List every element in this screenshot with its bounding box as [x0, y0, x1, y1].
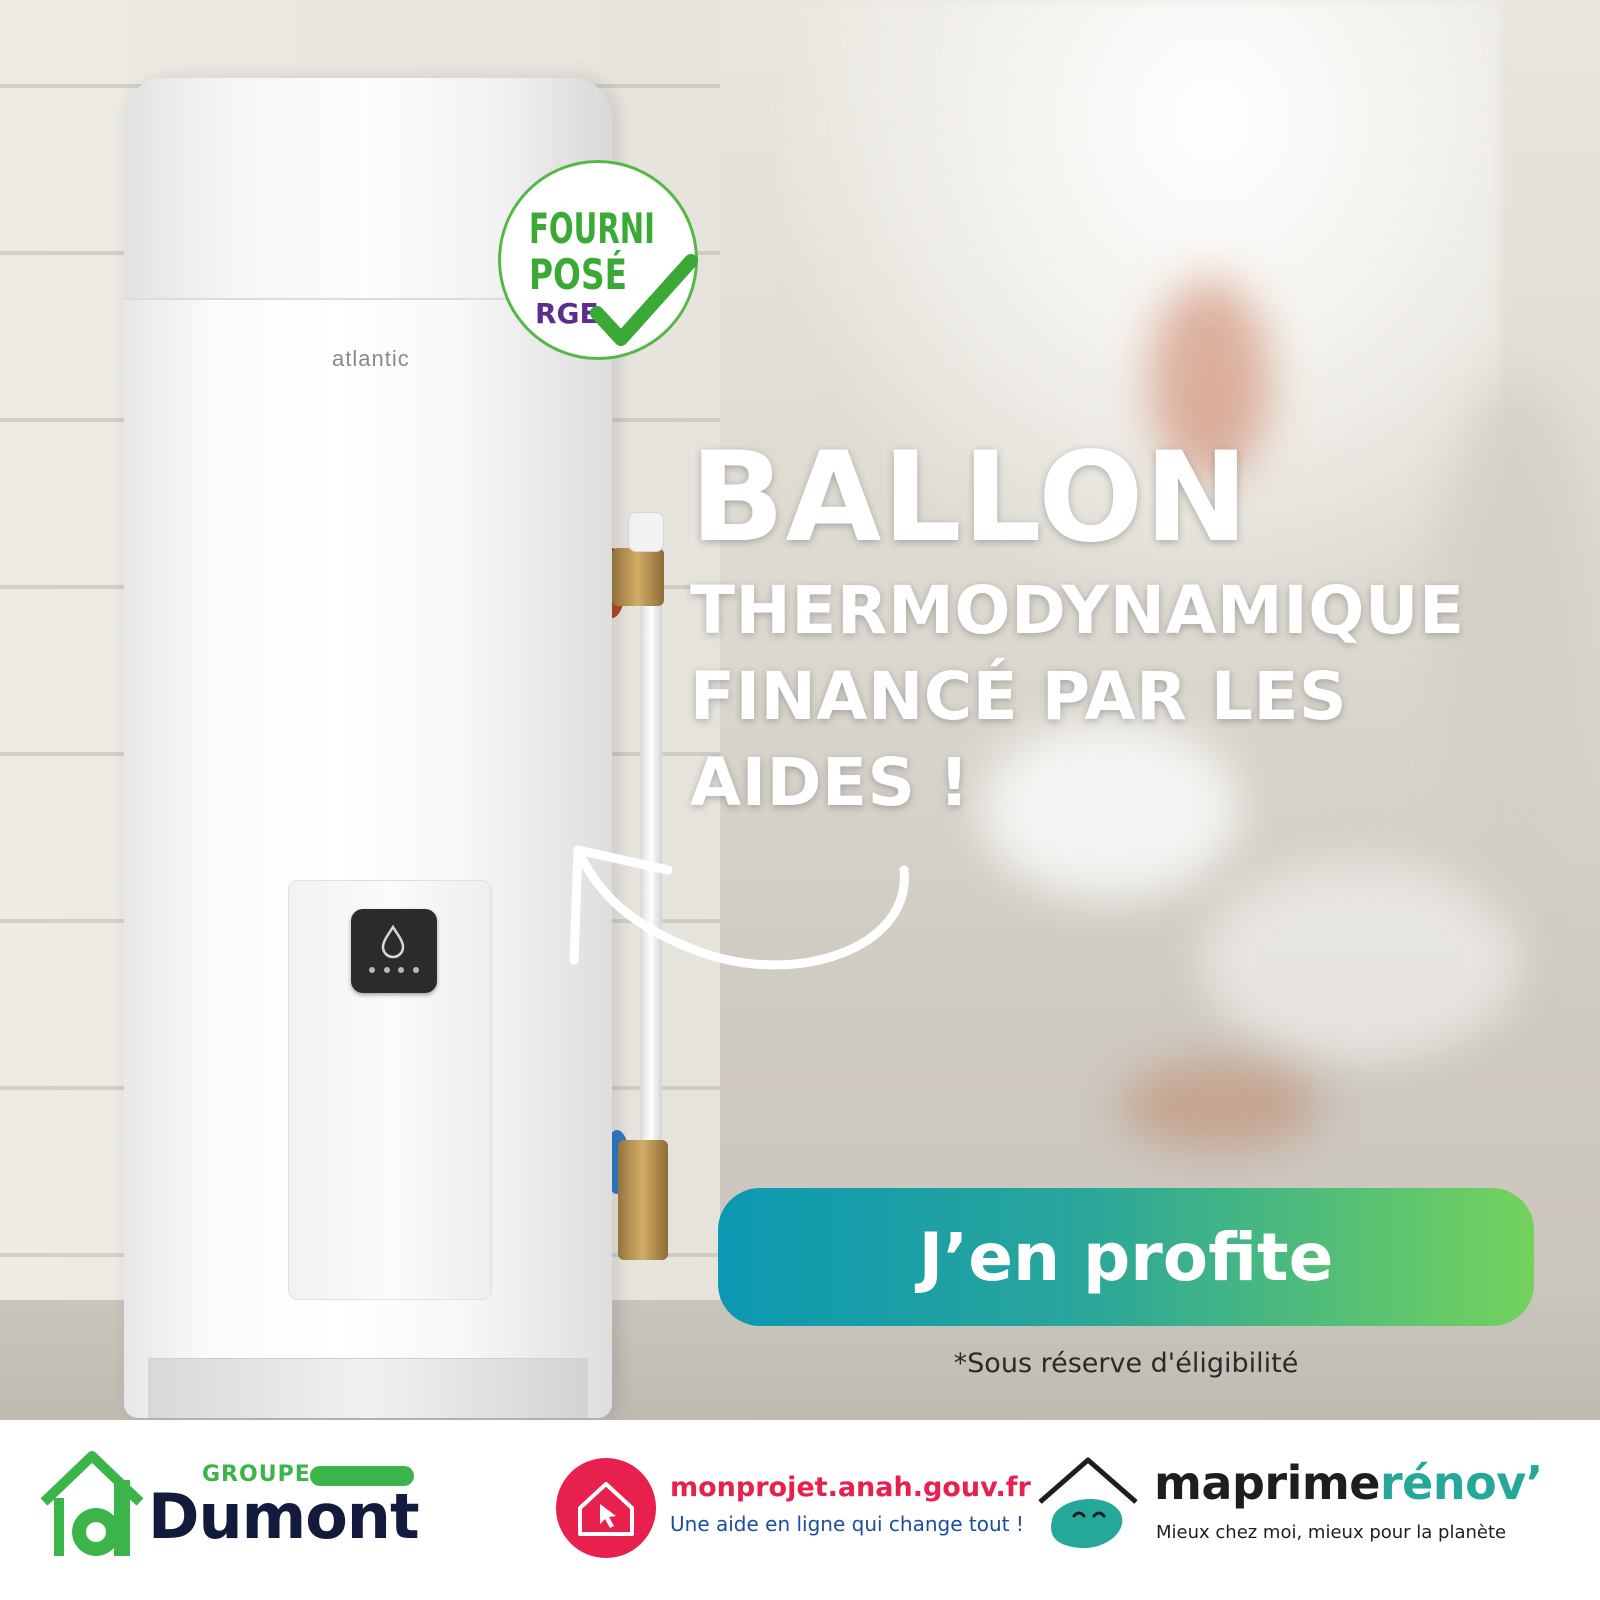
maprimerenov-house-icon [1038, 1457, 1138, 1549]
dumont-wordmark: Dumont [148, 1480, 420, 1553]
valve-handle [628, 512, 664, 552]
headline: BALLON THERMODYNAMIQUE FINANCÉ PAR LES A… [690, 428, 1570, 826]
groupe-dumont-logo: GROUPE Dumont [40, 1450, 460, 1560]
control-dots [369, 967, 419, 975]
badge-line2: POSÉ [529, 249, 627, 299]
anah-logo: monprojet.anah.gouv.fr Une aide en ligne… [556, 1458, 1031, 1558]
headline-line-2: THERMODYNAMIQUE [690, 572, 1465, 649]
eligibility-disclaimer: *Sous réserve d'éligibilité [953, 1348, 1299, 1379]
valve [612, 548, 664, 606]
hero-photo: atlantic FOURNI POSÉ RGE BALLON THERMODY… [0, 0, 1600, 1420]
house-d-icon [40, 1451, 144, 1556]
anah-house-icon [556, 1458, 656, 1558]
background-blur [1200, 860, 1520, 1060]
headline-line-4: AIDES ! [690, 744, 970, 821]
jen-profite-button[interactable]: J’en profite [718, 1188, 1534, 1326]
maprimerenov-wordmark: maprimerénov’ [1154, 1456, 1543, 1510]
badge-line3: RGE [535, 297, 599, 330]
maprimerenov-logo: maprimerénov’ Mieux chez moi, mieux pour… [1036, 1450, 1556, 1570]
water-drop-icon [381, 925, 405, 959]
maprime-text: maprime [1154, 1456, 1380, 1510]
anah-tagline: Une aide en ligne qui change tout ! [670, 1512, 1024, 1536]
rge-badge-graphic: FOURNI POSÉ RGE [529, 204, 698, 346]
partner-logos: GROUPE Dumont monprojet.anah.gouv.fr Une… [0, 1420, 1600, 1600]
tank-base [148, 1358, 588, 1418]
maprimerenov-tagline: Mieux chez moi, mieux pour la planète [1156, 1522, 1507, 1543]
headline-line-3: FINANCÉ PAR LES [690, 658, 1348, 735]
headline-line-1: BALLON [690, 426, 1250, 570]
rge-badge: FOURNI POSÉ RGE [498, 160, 698, 360]
curved-arrow-icon [569, 845, 909, 970]
brand-label: atlantic [332, 346, 410, 371]
badge-line1: FOURNI [529, 204, 655, 253]
background-blur [1120, 1060, 1320, 1150]
front-panel [288, 880, 492, 1300]
control-display [351, 909, 437, 993]
valve [618, 1140, 668, 1260]
anah-url: monprojet.anah.gouv.fr [670, 1472, 1031, 1503]
renov-text: rénov’ [1379, 1456, 1543, 1510]
